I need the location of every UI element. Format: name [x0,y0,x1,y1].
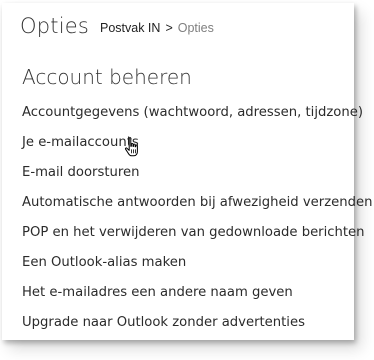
breadcrumb-separator: > [165,21,173,35]
menu-item-pop[interactable]: POP en het verwijderen van gedownloade b… [22,218,372,248]
breadcrumb: Postvak IN > Opties [100,21,214,35]
menu-item-email-hernoemen[interactable]: Het e-mailadres een andere naam geven [22,278,372,308]
menu-item-email-doorsturen[interactable]: E-mail doorsturen [22,158,372,188]
hand-pointer-icon [124,137,138,157]
breadcrumb-current: Opties [177,21,214,35]
options-panel: Opties Postvak IN > Opties Account beheren… [2,3,372,340]
menu-item-accountgegevens[interactable]: Accountgegevens (wachtwoord, adressen, t… [22,98,372,128]
account-options-list: Accountgegevens (wachtwoord, adressen, t… [22,98,372,338]
menu-item-upgrade[interactable]: Upgrade naar Outlook zonder advertenties [22,308,372,338]
menu-item-outlook-alias[interactable]: Een Outlook-alias maken [22,248,372,278]
breadcrumb-inbox-link[interactable]: Postvak IN [100,21,160,35]
section-title-account-beheren: Account beheren [22,65,192,89]
page-title: Opties [20,14,89,38]
menu-item-automatische-antwoorden[interactable]: Automatische antwoorden bij afwezigheid … [22,188,372,218]
menu-item-email-accounts[interactable]: Je e-mailaccounts [22,128,372,158]
